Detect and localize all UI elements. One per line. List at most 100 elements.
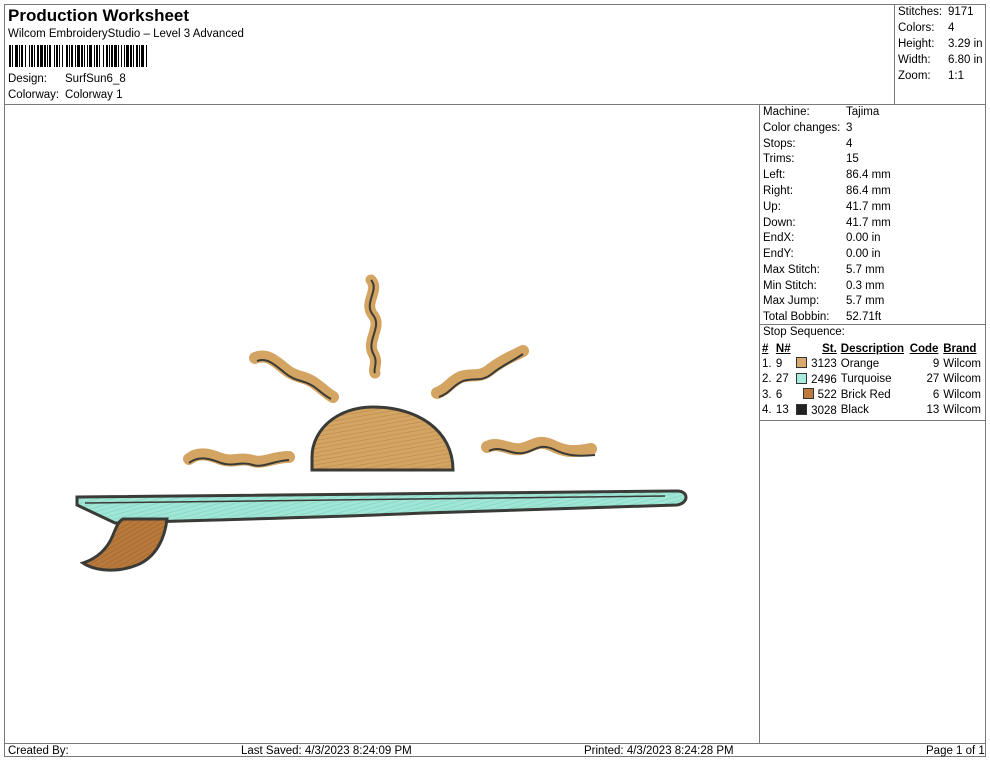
sun-ray-lower-right: [481, 436, 597, 458]
stop-needle: 13: [775, 404, 789, 417]
info-value: 86.4 mm: [846, 185, 891, 197]
info-label: Up:: [763, 201, 781, 213]
col-stitch: St.: [822, 342, 837, 355]
info-value: Tajima: [846, 106, 880, 118]
right-row: Right: 86.4 mm: [763, 185, 891, 197]
color-swatch: [796, 403, 808, 415]
stat-value: 6.80 in: [948, 54, 983, 66]
machine-row: Machine: Tajima: [763, 106, 879, 118]
max-stitch-row: Max Stitch: 5.7 mm: [763, 264, 884, 276]
info-label: Right:: [763, 185, 794, 197]
info-label: Total Bobbin:: [763, 311, 830, 323]
color-swatch: [796, 372, 808, 384]
info-value: 4: [846, 138, 853, 150]
stop-brand: Wilcom: [943, 404, 981, 417]
info-label: Min Stitch:: [763, 280, 817, 292]
info-label: Max Stitch:: [763, 264, 820, 276]
stat-colors: Colors: 4: [898, 22, 954, 34]
min-stitch-row: Min Stitch: 0.3 mm: [763, 280, 884, 292]
left-row: Left: 86.4 mm: [763, 169, 891, 181]
software-name: Wilcom EmbroideryStudio – Level 3 Advanc…: [8, 28, 244, 40]
info-label: Down:: [763, 217, 796, 229]
stat-height: Height: 3.29 in: [898, 38, 983, 50]
page-number: Page 1 of 1: [926, 745, 985, 757]
stat-width: Width: 6.80 in: [898, 54, 983, 66]
stat-label: Zoom:: [898, 70, 931, 82]
table-row: 3. 6 522 Brick Red 6 Wilcom: [760, 387, 984, 403]
info-value: 5.7 mm: [846, 295, 885, 307]
up-row: Up: 41.7 mm: [763, 201, 891, 213]
barcode: [9, 45, 147, 67]
stat-label: Stitches:: [898, 6, 943, 18]
stop-sequence-title: Stop Sequence:: [763, 326, 845, 338]
stat-zoom: Zoom: 1:1: [898, 70, 964, 82]
color-swatch: [796, 357, 808, 369]
info-label: EndX:: [763, 232, 795, 244]
max-jump-row: Max Jump: 5.7 mm: [763, 295, 884, 307]
created-by: Created By:: [8, 745, 69, 757]
stop-needle: 6: [775, 388, 783, 401]
stop-needle: 9: [775, 357, 783, 370]
endy-row: EndY: 0.00 in: [763, 248, 881, 260]
total-bobbin-row: Total Bobbin: 52.71ft: [763, 311, 881, 323]
stat-label: Width:: [898, 54, 931, 66]
design-value: SurfSun6_8: [65, 73, 126, 85]
info-value: 0.00 in: [846, 232, 881, 244]
info-value: 41.7 mm: [846, 217, 891, 229]
page-title: Production Worksheet: [8, 6, 190, 25]
stop-description: Turquoise: [840, 373, 892, 386]
sun-disc: [310, 405, 455, 472]
info-value: 86.4 mm: [846, 169, 891, 181]
col-brand: Brand: [943, 342, 977, 355]
info-label: Color changes:: [763, 122, 841, 134]
stat-value: 1:1: [948, 70, 964, 82]
table-row: 1. 9 3123 Orange 9 Wilcom: [760, 356, 984, 372]
col-needle: N#: [775, 342, 791, 355]
design-preview: [75, 274, 688, 572]
printed-date: Printed: 4/3/2023 8:24:28 PM: [584, 745, 734, 757]
stop-stitch: 3028: [793, 403, 839, 419]
stop-brand: Wilcom: [943, 357, 981, 370]
col-description: Description: [840, 342, 905, 355]
stop-number: 3.: [762, 388, 772, 401]
stop-description: Black: [840, 404, 869, 417]
endx-row: EndX: 0.00 in: [763, 232, 881, 244]
table-row: 2. 27 2496 Turquoise 27 Wilcom: [760, 372, 984, 388]
info-value: 41.7 mm: [846, 201, 891, 213]
stop-description: Orange: [840, 357, 880, 370]
stop-code: 27: [926, 373, 940, 386]
design-label: Design:: [8, 73, 47, 85]
footer-divider: [4, 743, 986, 744]
stop-number: 1.: [762, 357, 772, 370]
col-number: #: [762, 342, 769, 355]
stop-code: 6: [932, 388, 940, 401]
info-label: Max Jump:: [763, 295, 820, 307]
info-value: 3: [846, 122, 853, 134]
stat-value: 9171: [948, 6, 974, 18]
stop-stitch: 2496: [793, 372, 839, 388]
stop-code: 9: [932, 357, 940, 370]
stops-row: Stops: 4: [763, 138, 852, 150]
sun-ray-lower-left: [183, 448, 295, 468]
sidebar-divider: [759, 104, 760, 743]
trims-row: Trims: 15: [763, 153, 859, 165]
table-row: 4. 13 3028 Black 13 Wilcom: [760, 403, 984, 419]
stat-label: Colors:: [898, 22, 935, 34]
stop-sequence-table: # N# St. Description Code Brand 1. 9 3123 O…: [760, 341, 984, 418]
info-label: EndY:: [763, 248, 794, 260]
stats-divider: [894, 4, 895, 104]
design-row: Design: SurfSun6_8: [8, 73, 126, 85]
stop-brand: Wilcom: [943, 388, 981, 401]
info-value: 5.7 mm: [846, 264, 885, 276]
stop-table-bottom: [759, 420, 986, 421]
stop-sequence-divider: [759, 324, 986, 325]
last-saved: Last Saved: 4/3/2023 8:24:09 PM: [241, 745, 412, 757]
stat-value: 3.29 in: [948, 38, 983, 50]
table-header-row: # N# St. Description Code Brand: [760, 341, 984, 356]
info-label: Stops:: [763, 138, 796, 150]
stop-code: 13: [926, 404, 940, 417]
info-value: 0.00 in: [846, 248, 881, 260]
info-value: 52.71ft: [846, 311, 882, 323]
col-code: Code: [909, 342, 939, 355]
surfboard-fin: [79, 517, 169, 572]
